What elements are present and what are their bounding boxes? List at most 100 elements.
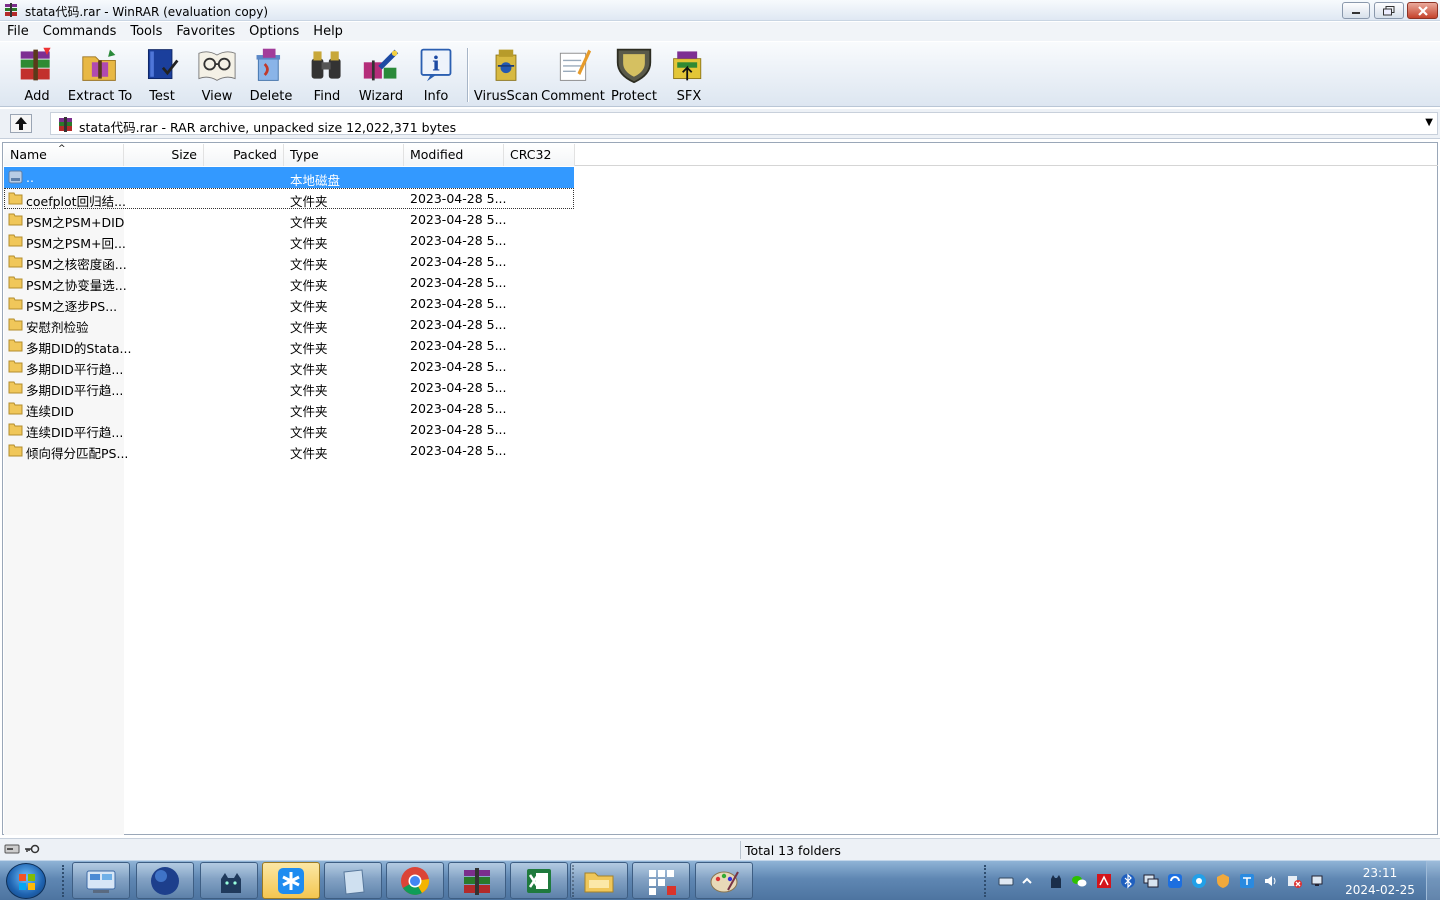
file-modified: 2023-04-28 5... [410, 380, 507, 395]
taskbar-chrome[interactable] [386, 862, 444, 899]
tencent-meeting-icon[interactable] [1167, 873, 1183, 889]
column-header-crc32[interactable]: CRC32 [504, 144, 575, 166]
winrar-app-icon[interactable] [4, 3, 18, 17]
adobe-icon[interactable] [1096, 873, 1112, 889]
protect-button[interactable]: Protect [611, 46, 657, 104]
chevron-down-icon[interactable]: ▼ [1425, 117, 1433, 128]
wechat-icon[interactable] [1071, 873, 1087, 889]
drive-status-icon[interactable] [4, 843, 20, 855]
column-header-packed[interactable]: Packed [204, 144, 284, 166]
volume-icon[interactable] [1263, 873, 1279, 889]
extract-to-button[interactable]: Extract To [68, 46, 132, 104]
virusscan-button[interactable]: VirusScan [474, 46, 538, 104]
menu-help[interactable]: Help [306, 22, 350, 41]
column-header-modified[interactable]: Modified [404, 144, 504, 166]
taskbar-cat-app[interactable] [200, 862, 258, 899]
test-book-icon [147, 49, 179, 80]
star-app-icon [278, 867, 304, 894]
menu-file[interactable]: File [0, 22, 36, 41]
file-name: PSM之核密度函... [26, 257, 127, 272]
network-icon[interactable] [1310, 873, 1326, 889]
folder-icon [8, 318, 23, 331]
list-item-folder[interactable]: 多期DID平行趋... 文件夹 2023-04-28 5... [4, 356, 574, 377]
globe-icon [151, 866, 179, 895]
archive-path-field[interactable]: stata代码.rar - RAR archive, unpacked size… [50, 112, 1438, 135]
file-type: 文件夹 [290, 341, 328, 356]
title-bar: stata代码.rar - WinRAR (evaluation copy) [0, 0, 1440, 21]
control-panel-icon [86, 870, 116, 893]
taskbar-notepad[interactable] [324, 862, 382, 899]
address-bar: stata代码.rar - RAR archive, unpacked size… [0, 109, 1440, 139]
list-item-folder[interactable]: 安慰剂检验 文件夹 2023-04-28 5... [4, 314, 574, 335]
menu-favorites[interactable]: Favorites [169, 22, 242, 41]
taskbar-grid-app[interactable] [632, 862, 690, 899]
file-name: 倾向得分匹配PS... [26, 446, 129, 461]
folder-icon [8, 192, 23, 205]
taskbar-control-panel[interactable] [72, 862, 130, 899]
wizard-button[interactable]: Wizard [356, 46, 406, 104]
start-button[interactable] [6, 863, 46, 899]
file-name: 安慰剂检验 [26, 320, 89, 335]
restore-button[interactable] [1374, 2, 1404, 19]
minimize-button[interactable] [1342, 2, 1370, 19]
bluetooth-icon[interactable] [1120, 873, 1136, 889]
key-icon[interactable] [24, 843, 40, 855]
view-book-icon [198, 51, 236, 81]
up-folder-button[interactable] [10, 114, 32, 133]
list-item-folder[interactable]: 倾向得分匹配PS... 文件夹 2023-04-28 5... [4, 440, 574, 461]
shield-tray-icon[interactable] [1215, 873, 1231, 889]
comment-label: Comment [541, 89, 605, 104]
toolbar: Add Extract To Test View Delete Find Wiz… [0, 41, 1440, 107]
translate-icon[interactable] [1239, 873, 1255, 889]
taskbar-explorer[interactable] [570, 862, 628, 899]
show-hidden-icons-icon[interactable] [1019, 873, 1035, 889]
menu-options[interactable]: Options [242, 22, 306, 41]
list-item-folder[interactable]: PSM之逐步PS... 文件夹 2023-04-28 5... [4, 293, 574, 314]
info-icon: i [420, 48, 452, 82]
taskbar-star-app[interactable] [262, 862, 320, 899]
column-header-name[interactable]: Name ^ [4, 144, 124, 166]
network-monitor-icon[interactable] [1143, 873, 1159, 889]
list-item-folder[interactable]: 连续DID平行趋... 文件夹 2023-04-28 5... [4, 419, 574, 440]
column-header-type[interactable]: Type [284, 144, 404, 166]
list-item-folder[interactable]: 连续DID 文件夹 2023-04-28 5... [4, 398, 574, 419]
list-item-folder[interactable]: PSM之PSM+回... 文件夹 2023-04-28 5... [4, 230, 574, 251]
list-item-folder[interactable]: coefplot回归结... 文件夹 2023-04-28 5... [4, 188, 574, 209]
taskbar-winrar[interactable] [448, 862, 506, 899]
menu-bar: File Commands Tools Favorites Options He… [0, 22, 1440, 41]
archive-path-text: stata代码.rar - RAR archive, unpacked size… [79, 120, 457, 135]
column-header-size[interactable]: Size [124, 144, 204, 166]
list-item-folder[interactable]: 多期DID平行趋... 文件夹 2023-04-28 5... [4, 377, 574, 398]
cat-tray-icon[interactable] [1048, 873, 1064, 889]
menu-commands[interactable]: Commands [36, 22, 124, 41]
info-label: Info [423, 89, 449, 104]
add-button[interactable]: Add [14, 46, 60, 104]
menu-tools[interactable]: Tools [123, 22, 169, 41]
keyboard-icon[interactable] [998, 873, 1014, 889]
test-label: Test [149, 89, 175, 104]
list-item-parent-dir[interactable]: .. 本地磁盘 [4, 167, 574, 188]
qq-browser-icon[interactable] [1191, 873, 1207, 889]
delete-button[interactable]: Delete [248, 46, 294, 104]
taskbar-excel[interactable] [510, 862, 568, 899]
list-item-folder[interactable]: PSM之协变量选... 文件夹 2023-04-28 5... [4, 272, 574, 293]
find-button[interactable]: Find [304, 46, 350, 104]
paint-palette-icon [710, 871, 739, 892]
list-item-folder[interactable]: 多期DID的Stata... 文件夹 2023-04-28 5... [4, 335, 574, 356]
action-center-icon[interactable] [1286, 873, 1302, 889]
list-item-folder[interactable]: PSM之核密度函... 文件夹 2023-04-28 5... [4, 251, 574, 272]
toolbar-separator [467, 48, 469, 102]
comment-button[interactable]: Comment [541, 46, 605, 104]
show-desktop-button[interactable] [1426, 861, 1440, 900]
info-button[interactable]: i Info [414, 46, 458, 104]
taskbar-browser-globe[interactable] [136, 862, 194, 899]
taskbar-paint[interactable] [695, 862, 753, 899]
file-type: 文件夹 [290, 362, 328, 377]
view-button[interactable]: View [194, 46, 240, 104]
close-button[interactable] [1407, 2, 1438, 19]
test-button[interactable]: Test [140, 46, 184, 104]
sfx-button[interactable]: SFX [666, 46, 712, 104]
file-modified: 2023-04-28 5... [410, 191, 507, 206]
taskbar-clock[interactable]: 23:11 2024-02-25 [1337, 865, 1423, 899]
list-item-folder[interactable]: PSM之PSM+DID 文件夹 2023-04-28 5... [4, 209, 574, 230]
